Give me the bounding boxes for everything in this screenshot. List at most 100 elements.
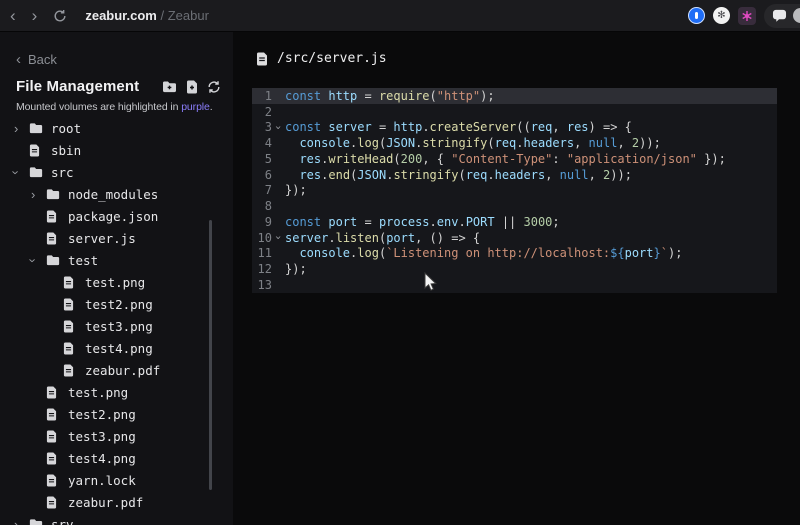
code-editor[interactable]: 1 const http = require("http"); 2 3 › const s… [252, 88, 777, 293]
file-icon [63, 276, 77, 289]
code-token: "http" [436, 88, 481, 103]
code-token: JSON [386, 136, 416, 151]
sidebar-scrollbar[interactable] [209, 220, 212, 490]
tree-item-srv[interactable]: › srv [0, 513, 233, 525]
tree-item-label: test.png [85, 274, 146, 290]
fold-chevron-icon[interactable]: › [272, 231, 285, 244]
sidebar-subtitle: Mounted volumes are highlighted in purpl… [16, 101, 213, 113]
file-icon [46, 474, 60, 487]
refresh-icon[interactable] [207, 80, 221, 94]
file-icon [46, 386, 60, 399]
tree-item-zeabur.pdf[interactable]: zeabur.pdf [0, 491, 233, 513]
code-token: port [624, 246, 654, 261]
chevron-icon[interactable]: › [14, 518, 29, 525]
line-number: 13 [257, 277, 272, 292]
chevron-icon[interactable]: › [31, 188, 46, 201]
onepassword-icon[interactable] [688, 7, 705, 24]
chevron-icon[interactable]: › [9, 166, 29, 179]
tree-item-package.json[interactable]: package.json [0, 205, 233, 227]
code-line[interactable]: 9 const port = process. env. PORT || 3000; [252, 214, 777, 230]
fold-chevron-icon[interactable]: › [272, 121, 285, 134]
line-number: 7 [264, 183, 272, 198]
code-token: PORT [465, 214, 495, 229]
file-icon [46, 232, 60, 245]
reload-icon[interactable] [53, 9, 67, 23]
new-file-icon[interactable] [186, 80, 198, 94]
code-line[interactable]: 12}); [252, 261, 777, 277]
code-line[interactable]: 8 [252, 198, 777, 214]
code-line[interactable]: 11 console. log(`Listening on http://loca… [252, 246, 777, 262]
code-token: const [285, 120, 322, 135]
tree-item-label: test [68, 252, 99, 268]
tree-item-test[interactable]: › test [0, 249, 233, 271]
code-token: end [328, 167, 351, 182]
code-line[interactable]: 10 › server. listen(port, () => { [252, 230, 777, 246]
code-token: . [328, 230, 336, 245]
back-button[interactable]: ‹ Back [16, 52, 233, 67]
purple-highlight-word: purple [181, 101, 210, 113]
code-token: ( [429, 88, 437, 103]
tree-item-label: src [51, 164, 74, 180]
code-token: . [458, 214, 466, 229]
chevron-icon[interactable]: › [14, 122, 29, 135]
code-token: const [285, 214, 322, 229]
tree-item-test3.png[interactable]: test3.png [0, 315, 233, 337]
code-line[interactable]: 3 › const server = http. createServer((req,… [252, 120, 777, 136]
code-token: const [285, 88, 322, 103]
code-token: ( [378, 246, 387, 261]
code-token: server [285, 230, 329, 245]
tree-item-test4.png[interactable]: test4.png [0, 447, 233, 469]
file-icon [63, 364, 77, 377]
purple-extension-icon[interactable] [738, 6, 756, 25]
forward-icon[interactable]: › [32, 7, 38, 24]
tree-item-yarn.lock[interactable]: yarn.lock [0, 469, 233, 491]
tree-item-node_modules[interactable]: › node_modules [0, 183, 233, 205]
code-token: . [350, 246, 358, 261]
code-token: , [588, 167, 604, 182]
browser-top-bar: ‹ › zeabur.com / Zeabur ✻ [0, 0, 800, 32]
tree-item-src[interactable]: › src [0, 161, 233, 183]
tree-item-root[interactable]: › root [0, 117, 233, 139]
page-url-title[interactable]: zeabur.com / Zeabur [85, 8, 209, 23]
code-token: } [653, 246, 661, 261]
tree-item-test2.png[interactable]: test2.png [0, 403, 233, 425]
code-token: ); [480, 88, 495, 103]
tree-item-zeabur.pdf[interactable]: zeabur.pdf [0, 359, 233, 381]
tree-item-label: test.png [68, 384, 129, 400]
back-icon[interactable]: ‹ [10, 7, 16, 24]
code-line[interactable]: 13 [252, 277, 777, 293]
code-line[interactable]: 2 [252, 104, 777, 120]
tree-item-server.js[interactable]: server.js [0, 227, 233, 249]
line-number: 11 [257, 246, 272, 261]
chat-widget[interactable] [764, 3, 800, 28]
file-icon [63, 342, 77, 355]
tree-item-label: zeabur.pdf [68, 494, 144, 510]
folder-icon [46, 254, 60, 266]
tree-item-test.png[interactable]: test.png [0, 271, 233, 293]
code-token: , [617, 136, 632, 151]
line-number: 4 [264, 136, 272, 151]
code-line[interactable]: 7}); [252, 183, 777, 199]
tree-item-label: test2.png [68, 406, 136, 422]
tree-item-sbin[interactable]: sbin [0, 139, 233, 161]
tree-item-test2.png[interactable]: test2.png [0, 293, 233, 315]
code-token: `Listening on http://localhost: [386, 246, 611, 261]
tree-item-test3.png[interactable]: test3.png [0, 425, 233, 447]
code-token: }); [285, 183, 307, 198]
file-icon [257, 52, 267, 65]
chevron-icon[interactable]: › [26, 254, 46, 267]
code-line[interactable]: 1 const http = require("http"); [252, 88, 777, 104]
code-line[interactable]: 6 res. end(JSON. stringify(req. headers, nu… [252, 167, 777, 183]
code-line[interactable]: 4 console. log(JSON. stringify(req. headers… [252, 135, 777, 151]
new-folder-icon[interactable] [162, 80, 177, 93]
tree-item-test.png[interactable]: test.png [0, 381, 233, 403]
tree-item-test4.png[interactable]: test4.png [0, 337, 233, 359]
tree-item-label: server.js [68, 230, 136, 246]
file-management-sidebar: ‹ Back File Management Mounted volumes a… [0, 32, 233, 525]
round-extension-icon[interactable]: ✻ [713, 7, 730, 24]
code-token: null [588, 136, 618, 151]
back-chevron-icon: ‹ [16, 51, 21, 68]
code-line[interactable]: 5 res. writeHead(200, { "Content-Type": "… [252, 151, 777, 167]
